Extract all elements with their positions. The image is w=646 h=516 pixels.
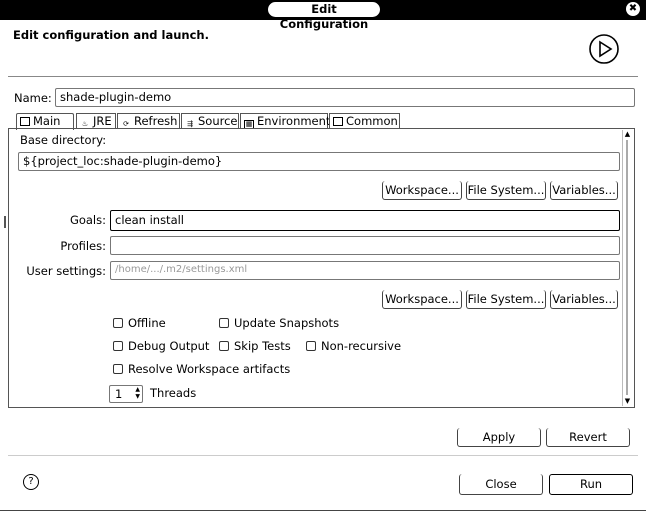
resolve-workspace-checkbox[interactable]: Resolve Workspace artifacts [113, 362, 290, 376]
offline-checkbox[interactable]: Offline [113, 316, 166, 330]
base-directory-field[interactable]: ${project_loc:shade-plugin-demo} [18, 152, 620, 171]
skip-tests-checkbox[interactable]: Skip Tests [219, 339, 291, 353]
name-field[interactable]: shade-plugin-demo [55, 88, 635, 107]
threads-spinner[interactable]: 1 ▲ ▼ [109, 385, 143, 403]
tab-environment[interactable]: ▦ Environment [240, 113, 331, 129]
checkbox-label: Non-recursive [321, 339, 402, 353]
checkbox-box[interactable] [306, 341, 316, 351]
checkbox-label: Skip Tests [234, 339, 291, 353]
profiles-label: Profiles: [60, 239, 106, 253]
help-icon[interactable]: ? [23, 474, 39, 490]
common-icon [333, 117, 343, 126]
threads-value: 1 [115, 387, 123, 401]
workspace-button[interactable]: Workspace... [382, 181, 462, 200]
checkbox-box[interactable] [219, 341, 229, 351]
scrollbar-thumb[interactable] [626, 140, 628, 395]
checkbox-box[interactable] [113, 364, 123, 374]
close-icon[interactable]: ✖ [626, 2, 640, 16]
goals-label: Goals: [69, 213, 106, 227]
user-settings-field[interactable]: /home/.../.m2/settings.xml [110, 261, 620, 280]
profiles-field[interactable] [110, 236, 620, 255]
tab-jre[interactable]: ♨ JRE [76, 113, 116, 129]
threads-label: Threads [150, 386, 197, 400]
name-label: Name: [14, 91, 52, 105]
tab-common[interactable]: Common [329, 113, 400, 129]
bottom-separator [8, 455, 638, 456]
scroll-up-icon[interactable]: ▲ [622, 130, 633, 138]
scroll-down-icon[interactable]: ▼ [622, 397, 633, 405]
checkbox-label: Debug Output [128, 339, 210, 353]
settings-variables-button[interactable]: Variables... [550, 290, 618, 309]
checkbox-label: Update Snapshots [234, 316, 340, 330]
header-description: Edit configuration and launch. [13, 28, 209, 42]
spinner-arrows-icon[interactable]: ▲ ▼ [135, 386, 140, 400]
run-configuration-icon [589, 34, 619, 64]
base-directory-label: Base directory: [20, 133, 107, 147]
window-title: Edit Configuration [268, 2, 380, 31]
settings-file-system-button[interactable]: File System... [466, 290, 546, 309]
variables-button[interactable]: Variables... [550, 181, 618, 200]
maven-main-icon [20, 117, 30, 126]
tab-label: Common [346, 114, 398, 128]
settings-workspace-button[interactable]: Workspace... [382, 290, 462, 309]
resize-handle[interactable] [4, 216, 6, 228]
tab-label: Refresh [134, 114, 178, 128]
checkbox-label: Resolve Workspace artifacts [128, 362, 291, 376]
tab-label: Source [198, 114, 238, 128]
tab-label: Environment [257, 114, 331, 128]
tab-refresh[interactable]: ⟳ Refresh [117, 113, 180, 129]
goals-field[interactable]: clean install [110, 210, 620, 231]
checkbox-label: Offline [128, 316, 166, 330]
revert-button[interactable]: Revert [546, 428, 630, 447]
checkbox-box[interactable] [113, 341, 123, 351]
non-recursive-checkbox[interactable]: Non-recursive [306, 339, 401, 353]
debug-output-checkbox[interactable]: Debug Output [113, 339, 209, 353]
tab-label: Main [33, 114, 61, 128]
header-separator [8, 76, 638, 77]
run-button[interactable]: Run [549, 474, 633, 495]
update-snapshots-checkbox[interactable]: Update Snapshots [219, 316, 339, 330]
apply-button[interactable]: Apply [457, 428, 541, 447]
checkbox-box[interactable] [219, 318, 229, 328]
user-settings-label: User settings: [26, 264, 106, 278]
window-bottom-border [0, 510, 646, 511]
tab-label: JRE [93, 114, 112, 128]
close-button[interactable]: Close [459, 474, 543, 495]
checkbox-box[interactable] [113, 318, 123, 328]
tab-source[interactable]: ⇶ Source [181, 113, 239, 129]
file-system-button[interactable]: File System... [466, 181, 546, 200]
